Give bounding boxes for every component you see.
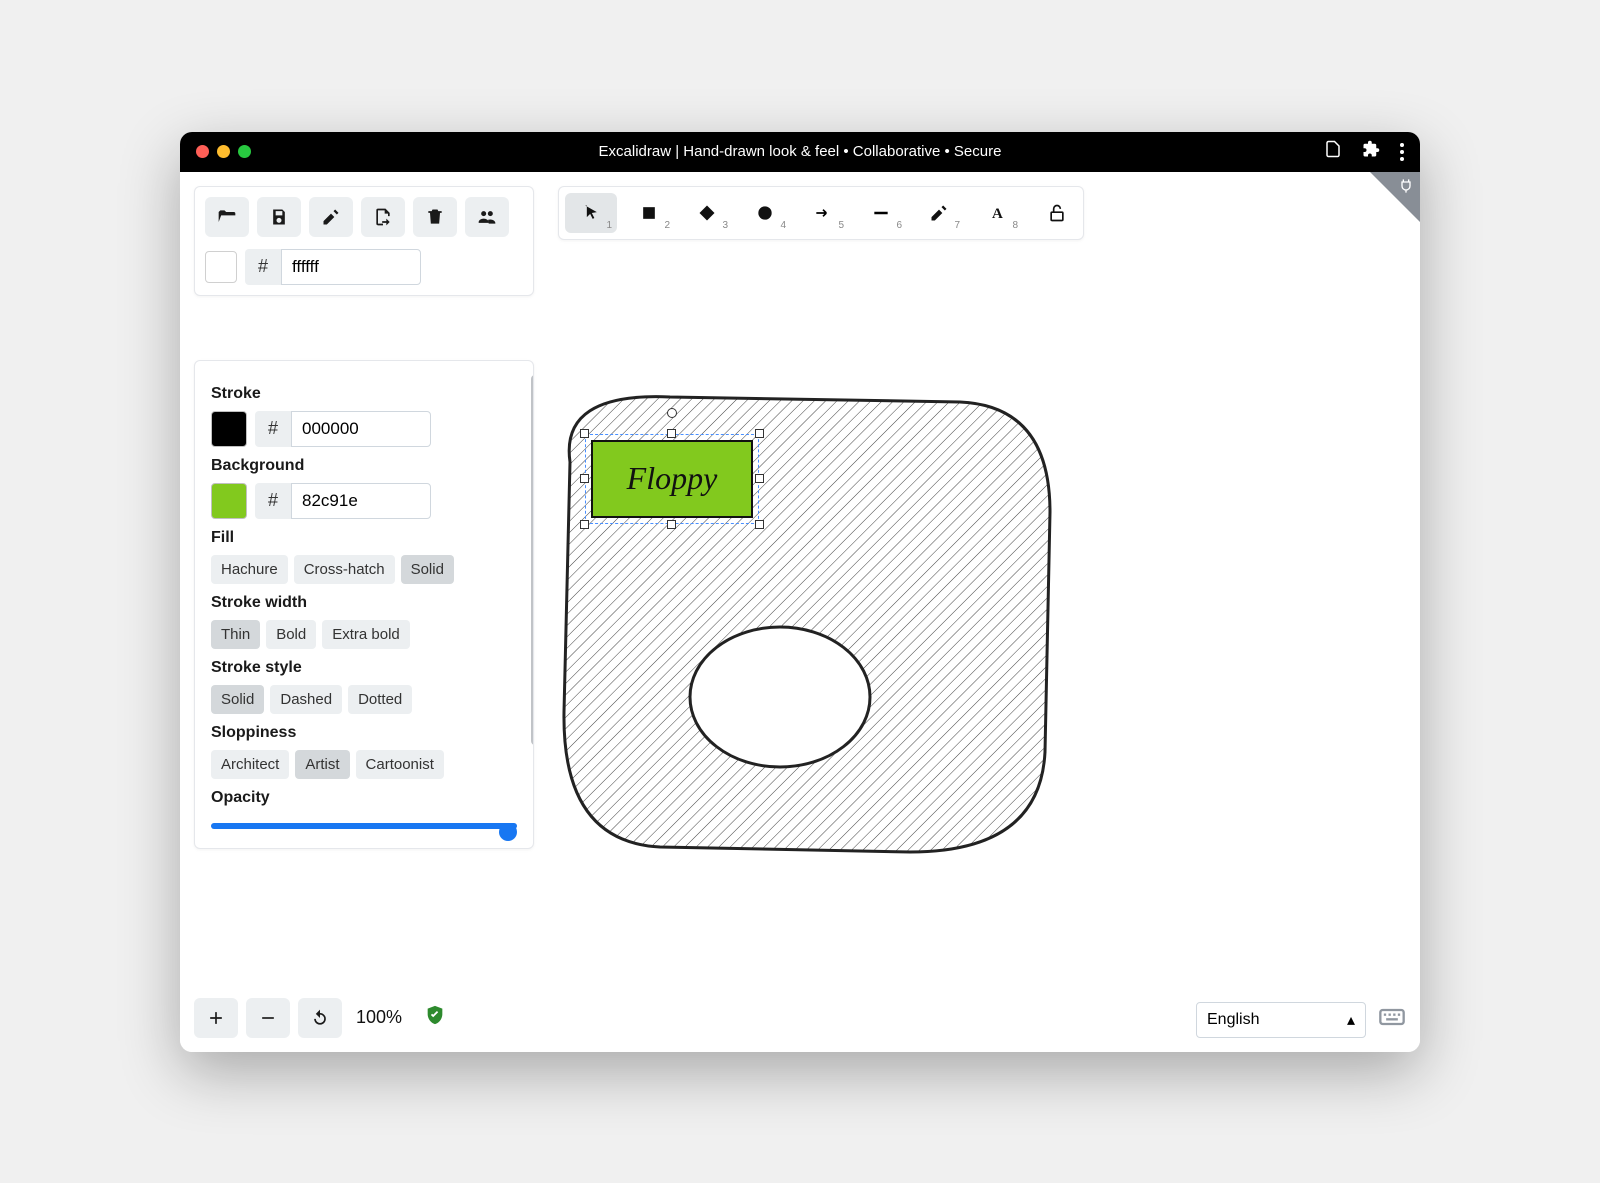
resize-handle-tl[interactable] — [580, 429, 589, 438]
diamond-tool[interactable]: 3 — [681, 193, 733, 233]
fill-option-cross-hatch[interactable]: Cross-hatch — [294, 555, 395, 584]
delete-button[interactable] — [413, 197, 457, 237]
svg-text:A: A — [992, 206, 1003, 222]
hash-label: # — [245, 249, 281, 285]
traffic-lights — [196, 145, 251, 158]
edit-button[interactable] — [309, 197, 353, 237]
zoom-reset-button[interactable] — [298, 998, 342, 1038]
encryption-shield-icon[interactable] — [424, 1004, 446, 1032]
select-tool[interactable]: 1 — [565, 193, 617, 233]
minimize-window-icon[interactable] — [217, 145, 230, 158]
stroke-color-input[interactable] — [291, 411, 431, 447]
language-select[interactable]: English ▴ — [1196, 1002, 1366, 1038]
properties-panel: Stroke # Background # Fill HachureCross-… — [194, 360, 534, 849]
resize-handle-mr[interactable] — [755, 474, 764, 483]
export-button[interactable] — [361, 197, 405, 237]
collaborate-button[interactable] — [465, 197, 509, 237]
zoom-bar: 100% — [194, 998, 446, 1038]
window-title: Excalidraw | Hand-drawn look & feel • Co… — [599, 143, 1002, 160]
overflow-menu-icon[interactable] — [1400, 143, 1404, 161]
extension-icon[interactable] — [1362, 140, 1380, 163]
sloppiness-option-artist[interactable]: Artist — [295, 750, 349, 779]
stroke-width-label: Stroke width — [211, 594, 517, 612]
arrow-tool[interactable]: 5 — [797, 193, 849, 233]
close-window-icon[interactable] — [196, 145, 209, 158]
selection-box[interactable]: Floppy — [585, 434, 759, 524]
opacity-slider[interactable] — [211, 823, 517, 829]
stroke-width-option-extra-bold[interactable]: Extra bold — [322, 620, 410, 649]
fill-option-hachure[interactable]: Hachure — [211, 555, 288, 584]
lock-toggle[interactable] — [1037, 193, 1077, 233]
maximize-window-icon[interactable] — [238, 145, 251, 158]
stroke-swatch[interactable] — [211, 411, 247, 447]
resize-handle-tr[interactable] — [755, 429, 764, 438]
zoom-in-button[interactable] — [194, 998, 238, 1038]
resize-handle-tm[interactable] — [667, 429, 676, 438]
background-label: Background — [211, 457, 517, 475]
file-ops-panel: # — [194, 186, 534, 296]
hash-label: # — [255, 411, 291, 447]
plug-icon — [1398, 178, 1414, 199]
rectangle-tool[interactable]: 2 — [623, 193, 675, 233]
ellipse-tool[interactable]: 4 — [739, 193, 791, 233]
draw-tool[interactable]: 7 — [913, 193, 965, 233]
resize-handle-bl[interactable] — [580, 520, 589, 529]
sloppiness-label: Sloppiness — [211, 724, 517, 742]
stroke-width-option-thin[interactable]: Thin — [211, 620, 260, 649]
hash-label: # — [255, 483, 291, 519]
page-icon[interactable] — [1324, 140, 1342, 163]
titlebar: Excalidraw | Hand-drawn look & feel • Co… — [180, 132, 1420, 172]
bottom-right-bar: English ▴ — [1196, 1002, 1406, 1038]
save-button[interactable] — [257, 197, 301, 237]
zoom-out-button[interactable] — [246, 998, 290, 1038]
stroke-width-option-bold[interactable]: Bold — [266, 620, 316, 649]
app-window: Excalidraw | Hand-drawn look & feel • Co… — [180, 132, 1420, 1052]
resize-handle-br[interactable] — [755, 520, 764, 529]
zoom-level: 100% — [356, 1007, 402, 1028]
keyboard-icon[interactable] — [1378, 1003, 1406, 1036]
fill-label: Fill — [211, 529, 517, 547]
line-tool[interactable]: 6 — [855, 193, 907, 233]
resize-handle-bm[interactable] — [667, 520, 676, 529]
background-swatch[interactable] — [211, 483, 247, 519]
background-color-input[interactable] — [291, 483, 431, 519]
sloppiness-option-cartoonist[interactable]: Cartoonist — [356, 750, 444, 779]
text-tool[interactable]: A8 — [971, 193, 1023, 233]
stroke-style-option-dashed[interactable]: Dashed — [270, 685, 342, 714]
chevron-up-icon: ▴ — [1347, 1010, 1355, 1030]
selection-outline — [585, 434, 759, 524]
app-body: Floppy — [180, 172, 1420, 1052]
canvas-color-swatch[interactable] — [205, 251, 237, 283]
scrollbar-thumb[interactable] — [531, 375, 534, 745]
stroke-style-option-solid[interactable]: Solid — [211, 685, 264, 714]
sloppiness-option-architect[interactable]: Architect — [211, 750, 289, 779]
opacity-label: Opacity — [211, 789, 517, 807]
tool-bar: 1234567A8 — [558, 186, 1084, 240]
stroke-style-option-dotted[interactable]: Dotted — [348, 685, 412, 714]
stroke-label: Stroke — [211, 385, 517, 403]
stroke-style-label: Stroke style — [211, 659, 517, 677]
fill-option-solid[interactable]: Solid — [401, 555, 454, 584]
open-button[interactable] — [205, 197, 249, 237]
resize-handle-ml[interactable] — [580, 474, 589, 483]
language-label: English — [1207, 1011, 1259, 1029]
rotate-handle[interactable] — [667, 408, 677, 418]
canvas-color-input[interactable] — [281, 249, 421, 285]
